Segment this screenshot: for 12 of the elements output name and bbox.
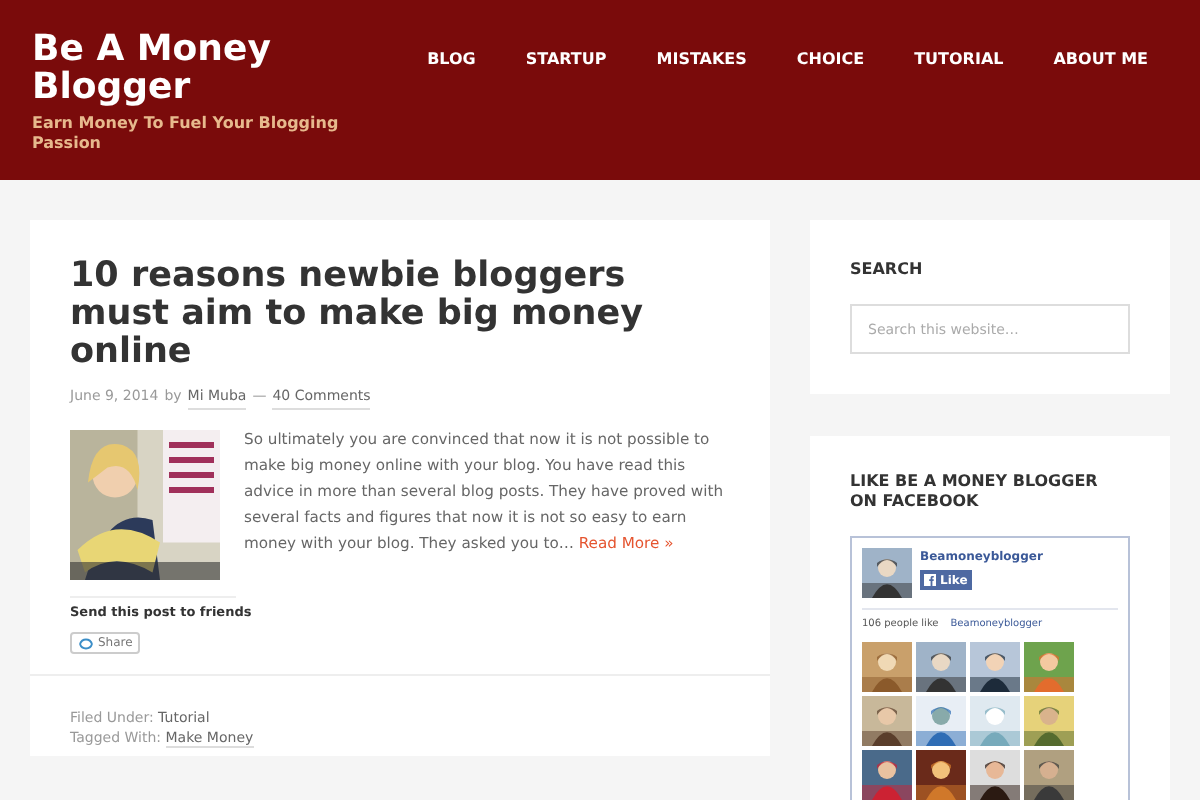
nav-link[interactable]: BLOG [427,48,476,70]
site-title[interactable]: Be A Money Blogger [32,30,352,106]
post-title[interactable]: 10 reasons newbie bloggers must aim to make big money online [70,258,730,372]
nav-link[interactable]: CHOICE [796,48,865,70]
nav-link[interactable]: TUTORIAL [914,48,1004,70]
nav-link[interactable]: STARTUP [525,48,607,70]
site-tagline: Earn Money To Fuel Your Blogging Passion [32,114,341,154]
widget-title: LIKE BE A MONEY BLOGGER ON FACEBOOK [850,472,1100,512]
nav-link[interactable]: ABOUT ME [1053,48,1148,70]
widget-title: SEARCH [850,258,925,282]
facebook-icon [924,574,936,586]
nav-link[interactable]: MISTAKES [656,48,747,70]
